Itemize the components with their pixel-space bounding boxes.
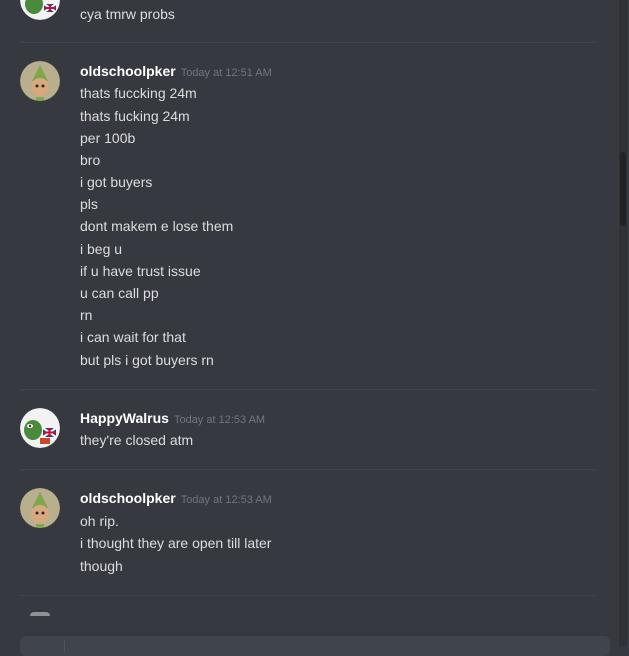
message-line: thats fuccking 24m xyxy=(80,85,197,101)
message-header: oldschoolpker Today at 12:51 AM xyxy=(80,63,272,81)
username[interactable]: HappyWalrus xyxy=(80,410,169,426)
message-composer[interactable] xyxy=(20,636,610,656)
message-line: u can call pp xyxy=(80,285,159,301)
composer-separator xyxy=(64,640,65,652)
message-line: though xyxy=(80,558,123,574)
message-line: rn xyxy=(80,307,93,323)
message-line: pls xyxy=(80,196,98,212)
message-divider xyxy=(20,595,595,596)
message-line: i thought they are open till later xyxy=(80,535,272,551)
message-line: cya tmrw probs xyxy=(80,6,175,22)
timestamp: Today at 12:51 AM xyxy=(180,67,272,79)
message-line: dont makem e lose them xyxy=(80,218,234,234)
message-line: i beg u xyxy=(80,241,123,257)
avatar-oldschoolpker[interactable] xyxy=(20,61,60,101)
message-line: bro xyxy=(80,152,101,168)
message-line: if u have trust issue xyxy=(80,263,201,279)
scrollbar-track[interactable] xyxy=(619,0,627,646)
timestamp: Today at 12:53 AM xyxy=(180,494,272,506)
message-line: i can wait for that xyxy=(80,329,186,345)
chat-messages: cya tmrw probs oldschoolpker Today at 12:… xyxy=(0,0,615,646)
pepe-frog-flag-icon xyxy=(20,0,60,20)
avatar-happywalrus-top[interactable] xyxy=(20,0,60,20)
message-line: i got buyers xyxy=(80,174,153,190)
message-header: oldschoolpker Today at 12:53 AM xyxy=(80,490,272,508)
scrollbar-thumb[interactable] xyxy=(620,152,626,226)
message-line: oh rip. xyxy=(80,513,119,529)
username[interactable]: oldschoolpker xyxy=(80,63,176,79)
timestamp: Today at 12:53 AM xyxy=(173,414,266,426)
message-header: HappyWalrus Today at 12:53 AM xyxy=(80,410,265,428)
message-divider xyxy=(20,389,595,390)
message-line: but pls i got buyers rn xyxy=(80,352,214,368)
avatar-partial xyxy=(30,612,50,616)
avatar-happywalrus[interactable] xyxy=(20,408,60,448)
message-line: thats fucking 24m xyxy=(80,108,190,124)
gnome-child-icon xyxy=(20,61,60,101)
message-divider xyxy=(20,42,595,43)
username[interactable]: oldschoolpker xyxy=(80,490,176,506)
message-divider xyxy=(20,469,595,470)
gnome-child-icon xyxy=(20,488,60,528)
message-line: they're closed atm xyxy=(80,432,194,448)
pepe-frog-flag-icon xyxy=(20,408,60,448)
avatar-oldschoolpker[interactable] xyxy=(20,488,60,528)
message-line: per 100b xyxy=(80,130,136,146)
